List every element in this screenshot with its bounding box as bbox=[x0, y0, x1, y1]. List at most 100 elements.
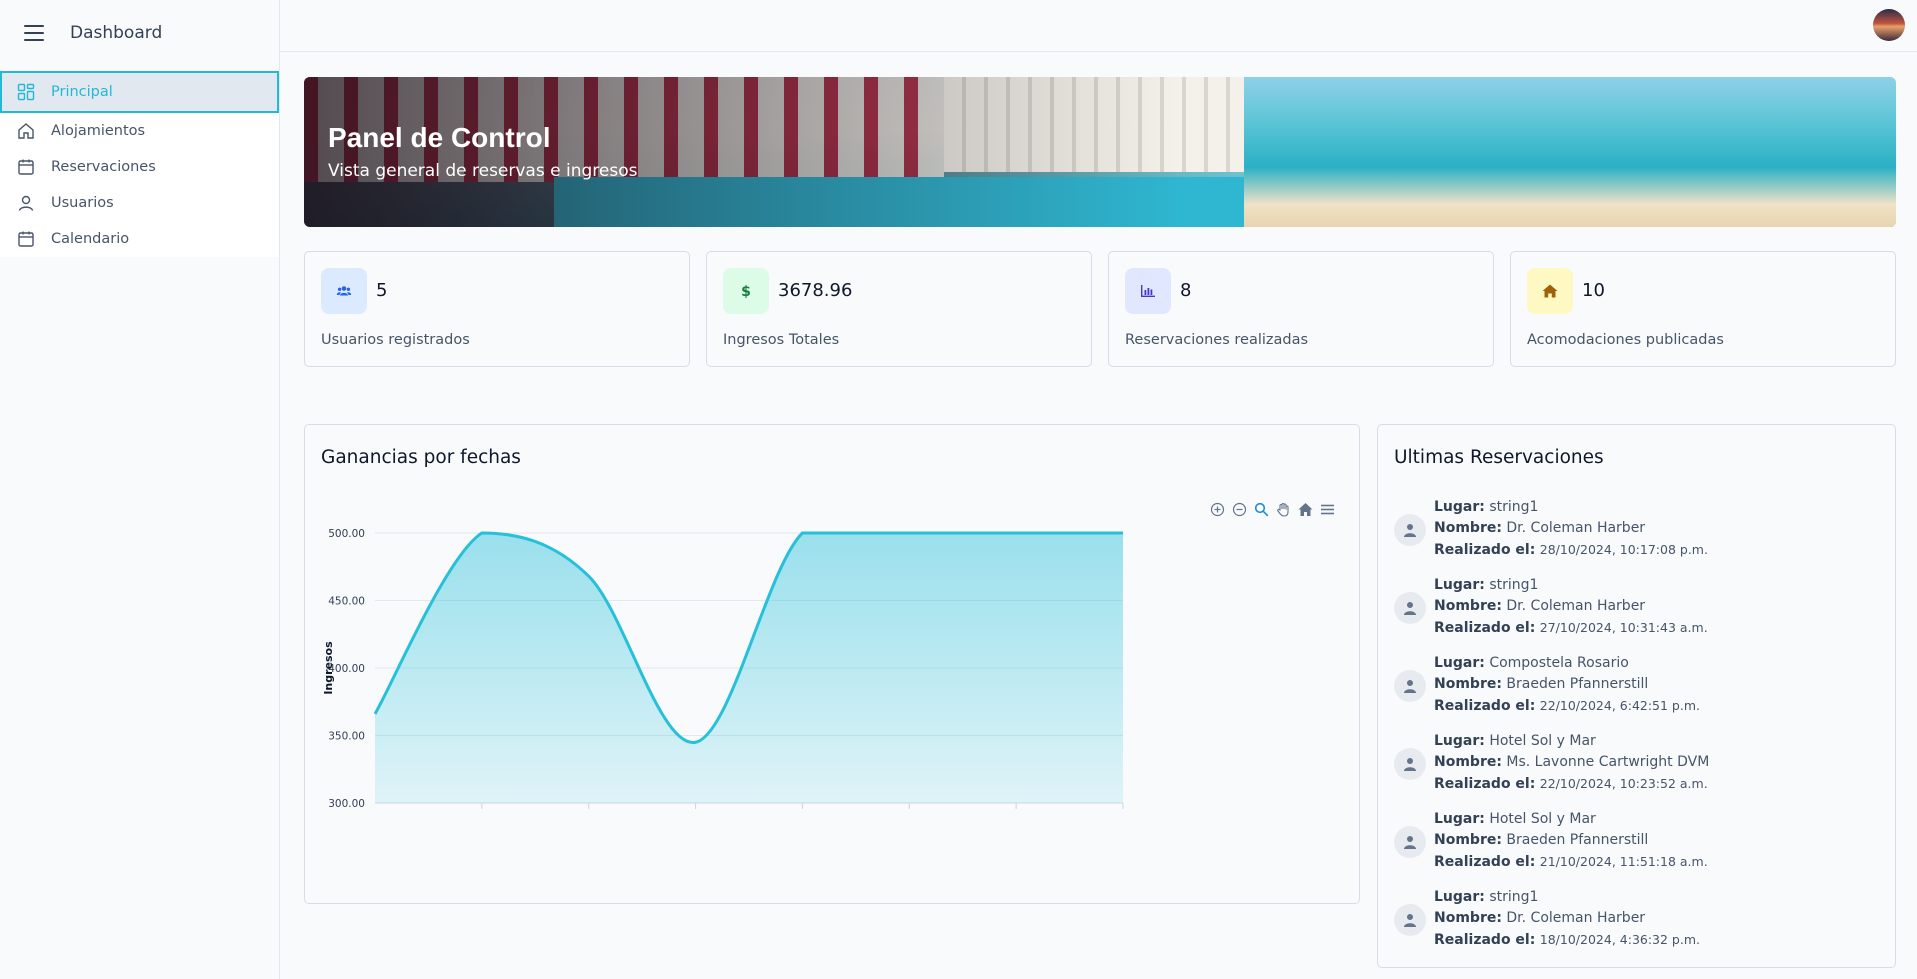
sidebar: Dashboard Principal Alojamientos Reserva… bbox=[0, 0, 280, 979]
sidebar-item-label: Alojamientos bbox=[51, 123, 146, 139]
reservation-name: Nombre: Ms. Lavonne Cartwright DVM bbox=[1434, 752, 1709, 773]
reservation-details: Lugar: string1 Nombre: Dr. Coleman Harber… bbox=[1434, 887, 1700, 951]
stat-label: Usuarios registrados bbox=[321, 332, 470, 348]
reservation-details: Lugar: string1 Nombre: Dr. Coleman Harber… bbox=[1434, 575, 1708, 639]
stat-card-reservations: 8 Reservaciones realizadas bbox=[1108, 251, 1494, 367]
home-icon bbox=[16, 121, 36, 141]
date-label: Realizado el: bbox=[1434, 776, 1536, 792]
chart-toolbar bbox=[1209, 501, 1336, 518]
zoom-out-icon[interactable] bbox=[1231, 501, 1248, 518]
calendar-icon bbox=[16, 157, 36, 177]
date-value: 22/10/2024, 10:23:52 a.m. bbox=[1539, 776, 1708, 791]
name-value: Braeden Pfannerstill bbox=[1506, 832, 1649, 848]
reservation-date: Realizado el: 18/10/2024, 4:36:32 p.m. bbox=[1434, 929, 1700, 951]
stat-card-income: $ 3678.96 Ingresos Totales bbox=[706, 251, 1092, 367]
reservations-title: Ultimas Reservaciones bbox=[1394, 447, 1604, 468]
date-label: Realizado el: bbox=[1434, 932, 1536, 948]
reservation-name: Nombre: Dr. Coleman Harber bbox=[1434, 908, 1700, 929]
y-axis-label: Ingresos bbox=[322, 641, 335, 695]
latest-reservations-card: Ultimas Reservaciones Lugar: string1 Nomb… bbox=[1377, 424, 1896, 968]
user-avatar-icon bbox=[1394, 748, 1426, 780]
name-label: Nombre: bbox=[1434, 754, 1502, 770]
sidebar-item-alojamientos[interactable]: Alojamientos bbox=[0, 113, 279, 149]
place-value: string1 bbox=[1489, 577, 1539, 593]
name-value: Dr. Coleman Harber bbox=[1506, 910, 1646, 926]
place-value: Hotel Sol y Mar bbox=[1489, 811, 1596, 827]
reservation-place: Lugar: Compostela Rosario bbox=[1434, 653, 1700, 674]
reservation-item: Lugar: string1 Nombre: Dr. Coleman Harber… bbox=[1394, 575, 1884, 653]
page-title: Panel de Control bbox=[328, 122, 551, 153]
stat-value: 3678.96 bbox=[778, 280, 853, 301]
name-label: Nombre: bbox=[1434, 598, 1502, 614]
sidebar-item-calendario[interactable]: Calendario bbox=[0, 221, 279, 257]
reservation-date: Realizado el: 27/10/2024, 10:31:43 a.m. bbox=[1434, 617, 1708, 639]
name-label: Nombre: bbox=[1434, 910, 1502, 926]
user-avatar-icon bbox=[1394, 826, 1426, 858]
place-value: Hotel Sol y Mar bbox=[1489, 733, 1596, 749]
stat-label: Reservaciones realizadas bbox=[1125, 332, 1309, 348]
date-value: 21/10/2024, 11:51:18 a.m. bbox=[1539, 854, 1708, 869]
reservation-place: Lugar: Hotel Sol y Mar bbox=[1434, 731, 1709, 752]
reservation-place: Lugar: string1 bbox=[1434, 497, 1708, 518]
date-label: Realizado el: bbox=[1434, 698, 1536, 714]
pan-hand-icon[interactable] bbox=[1275, 501, 1292, 518]
user-icon bbox=[16, 193, 36, 213]
sidebar-item-label: Calendario bbox=[51, 231, 130, 247]
stat-label: Acomodaciones publicadas bbox=[1527, 332, 1724, 348]
reservation-details: Lugar: Hotel Sol y Mar Nombre: Braeden Pf… bbox=[1434, 809, 1708, 873]
hamburger-menu-icon[interactable] bbox=[24, 25, 44, 41]
place-label: Lugar: bbox=[1434, 811, 1485, 827]
user-avatar-icon bbox=[1394, 904, 1426, 936]
reservation-name: Nombre: Braeden Pfannerstill bbox=[1434, 830, 1708, 851]
chart-menu-icon[interactable] bbox=[1319, 501, 1336, 518]
sidebar-item-usuarios[interactable]: Usuarios bbox=[0, 185, 279, 221]
reservation-item: Lugar: Hotel Sol y Mar Nombre: Braeden Pf… bbox=[1394, 809, 1884, 887]
place-value: string1 bbox=[1489, 499, 1539, 515]
reservations-list: Lugar: string1 Nombre: Dr. Coleman Harber… bbox=[1394, 497, 1884, 965]
reservation-details: Lugar: Hotel Sol y Mar Nombre: Ms. Lavonn… bbox=[1434, 731, 1709, 795]
reservation-details: Lugar: Compostela Rosario Nombre: Braeden… bbox=[1434, 653, 1700, 717]
place-label: Lugar: bbox=[1434, 733, 1485, 749]
sidebar-header: Dashboard bbox=[0, 0, 279, 66]
reservation-name: Nombre: Dr. Coleman Harber bbox=[1434, 596, 1708, 617]
reservation-item: Lugar: Compostela Rosario Nombre: Braeden… bbox=[1394, 653, 1884, 731]
place-label: Lugar: bbox=[1434, 889, 1485, 905]
date-label: Realizado el: bbox=[1434, 620, 1536, 636]
stat-card-users: 5 Usuarios registrados bbox=[304, 251, 690, 367]
sidebar-item-reservaciones[interactable]: Reservaciones bbox=[0, 149, 279, 185]
zoom-in-icon[interactable] bbox=[1209, 501, 1226, 518]
y-tick-label: 350.00 bbox=[328, 731, 365, 743]
series-area bbox=[375, 533, 1123, 803]
date-value: 18/10/2024, 4:36:32 p.m. bbox=[1539, 932, 1700, 947]
name-label: Nombre: bbox=[1434, 676, 1502, 692]
zoom-selection-icon[interactable] bbox=[1253, 501, 1270, 518]
sidebar-item-label: Principal bbox=[51, 84, 113, 100]
reservation-place: Lugar: string1 bbox=[1434, 887, 1700, 908]
y-tick-label: 500.00 bbox=[328, 528, 365, 540]
earnings-chart-card: 500.00 450.00 400.00 350.00 300.00 Ingresos G… bbox=[304, 424, 1360, 904]
reservation-place: Lugar: string1 bbox=[1434, 575, 1708, 596]
reservation-item: Lugar: string1 Nombre: Dr. Coleman Harber… bbox=[1394, 497, 1884, 575]
name-value: Ms. Lavonne Cartwright DVM bbox=[1506, 754, 1710, 770]
sidebar-item-principal[interactable]: Principal bbox=[0, 71, 279, 113]
chart-title: Ganancias por fechas bbox=[321, 447, 521, 468]
date-value: 27/10/2024, 10:31:43 a.m. bbox=[1539, 620, 1708, 635]
user-avatar-icon bbox=[1394, 514, 1426, 546]
sidebar-title: Dashboard bbox=[70, 23, 163, 43]
stat-value: 5 bbox=[376, 280, 388, 301]
reservation-details: Lugar: string1 Nombre: Dr. Coleman Harber… bbox=[1434, 497, 1708, 561]
svg-text:$: $ bbox=[741, 284, 751, 299]
stat-value: 10 bbox=[1582, 280, 1605, 301]
reset-zoom-home-icon[interactable] bbox=[1297, 501, 1314, 518]
user-avatar[interactable] bbox=[1873, 9, 1905, 41]
page-subtitle: Vista general de reservas e ingresos bbox=[328, 161, 638, 181]
stat-card-accommodations: 10 Acomodaciones publicadas bbox=[1510, 251, 1896, 367]
date-value: 22/10/2024, 6:42:51 p.m. bbox=[1539, 698, 1700, 713]
date-value: 28/10/2024, 10:17:08 p.m. bbox=[1539, 542, 1708, 557]
reservation-date: Realizado el: 21/10/2024, 11:51:18 a.m. bbox=[1434, 851, 1708, 873]
reservation-item: Lugar: Hotel Sol y Mar Nombre: Ms. Lavonn… bbox=[1394, 731, 1884, 809]
name-value: Dr. Coleman Harber bbox=[1506, 598, 1646, 614]
name-value: Dr. Coleman Harber bbox=[1506, 520, 1646, 536]
place-label: Lugar: bbox=[1434, 577, 1485, 593]
name-label: Nombre: bbox=[1434, 832, 1502, 848]
